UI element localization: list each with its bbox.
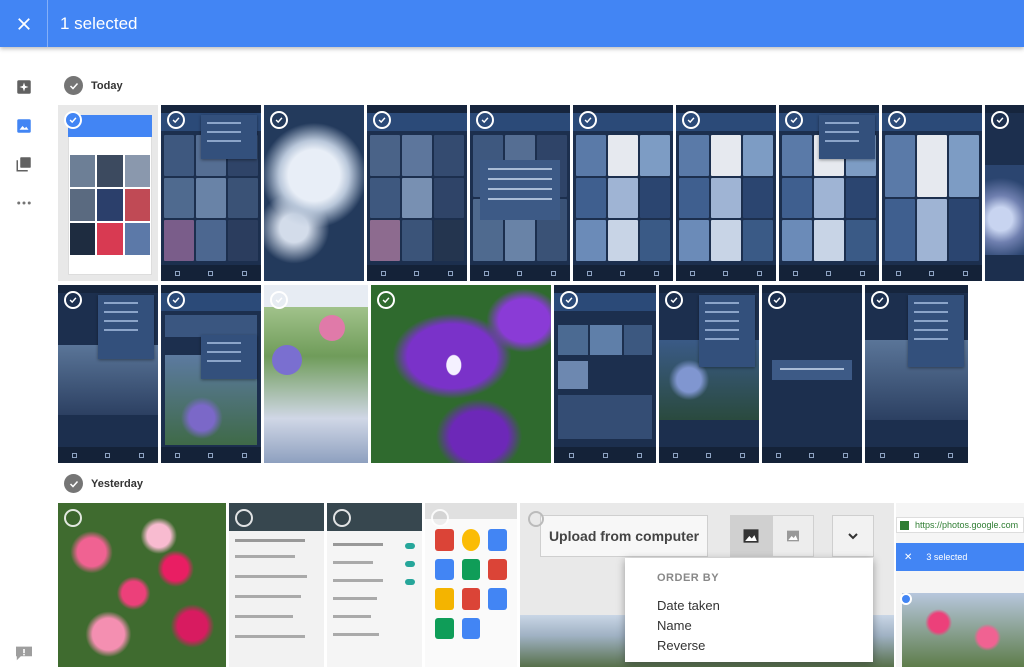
section-date-label: Yesterday bbox=[91, 477, 143, 490]
photo-thumbnail[interactable] bbox=[865, 285, 968, 463]
browser-photo bbox=[902, 593, 1024, 667]
photo-thumbnail[interactable] bbox=[229, 503, 324, 667]
assistant-icon[interactable] bbox=[14, 77, 34, 97]
browser-selection-count: 3 selected bbox=[926, 552, 968, 562]
check-icon[interactable] bbox=[768, 291, 786, 309]
photo-thumbnail[interactable] bbox=[264, 105, 364, 281]
check-icon[interactable] bbox=[665, 291, 683, 309]
check-icon[interactable] bbox=[377, 291, 395, 309]
lock-icon bbox=[900, 521, 909, 530]
photo-thumbnail[interactable] bbox=[264, 285, 368, 463]
order-by-header: ORDER BY bbox=[657, 572, 720, 584]
check-icon[interactable] bbox=[871, 291, 889, 309]
check-icon[interactable] bbox=[167, 291, 185, 309]
photo-thumbnail[interactable] bbox=[676, 105, 776, 281]
photo-thumbnail[interactable] bbox=[882, 105, 982, 281]
section-select-checkbox[interactable] bbox=[64, 474, 83, 493]
section-yesterday: Yesterday bbox=[64, 474, 143, 493]
albums-icon[interactable] bbox=[14, 154, 34, 174]
image-alt-view-icon[interactable] bbox=[772, 515, 814, 557]
photo-thumbnail[interactable]: https://photos.google.com ✕ 3 selected bbox=[896, 503, 1024, 667]
order-option-date-taken[interactable]: Date taken bbox=[657, 598, 720, 613]
order-by-menu: ORDER BY Date taken Name Reverse bbox=[625, 558, 873, 662]
unselected-circle-icon[interactable] bbox=[333, 509, 351, 527]
check-icon[interactable] bbox=[560, 291, 578, 309]
photo-thumbnail[interactable] bbox=[659, 285, 759, 463]
photo-thumbnail[interactable] bbox=[762, 285, 862, 463]
url-text: https://photos.google.com bbox=[915, 520, 1019, 530]
upload-from-computer-button[interactable]: Upload from computer bbox=[540, 515, 708, 557]
more-icon[interactable] bbox=[14, 193, 34, 213]
selection-toolbar: 1 selected bbox=[0, 0, 1024, 47]
check-icon[interactable] bbox=[785, 111, 803, 129]
photo-thumbnail[interactable] bbox=[367, 105, 467, 281]
photo-thumbnail[interactable] bbox=[371, 285, 551, 463]
photo-thumbnail[interactable] bbox=[779, 105, 879, 281]
photo-thumbnail[interactable] bbox=[985, 105, 1024, 281]
check-icon[interactable] bbox=[991, 111, 1009, 129]
photo-thumbnail[interactable] bbox=[161, 285, 261, 463]
photo-thumbnail[interactable] bbox=[161, 105, 261, 281]
check-icon[interactable] bbox=[270, 291, 288, 309]
section-date-label: Today bbox=[91, 79, 123, 92]
check-icon[interactable] bbox=[476, 111, 494, 129]
left-rail bbox=[0, 47, 48, 667]
browser-selection-bar: ✕ 3 selected bbox=[896, 543, 1024, 571]
photos-icon[interactable] bbox=[14, 116, 34, 136]
section-today: Today bbox=[64, 76, 123, 95]
selection-count: 1 selected bbox=[60, 13, 138, 33]
photo-thumbnail[interactable] bbox=[58, 105, 158, 281]
photo-thumbnail[interactable] bbox=[573, 105, 673, 281]
check-icon[interactable] bbox=[270, 111, 288, 129]
check-icon[interactable] bbox=[373, 111, 391, 129]
toolbar-divider bbox=[47, 0, 48, 47]
section-select-checkbox[interactable] bbox=[64, 76, 83, 95]
photo-thumbnail[interactable] bbox=[554, 285, 656, 463]
photo-thumbnail[interactable] bbox=[470, 105, 570, 281]
order-option-reverse[interactable]: Reverse bbox=[657, 638, 705, 653]
order-option-name[interactable]: Name bbox=[657, 618, 692, 633]
unselected-circle-icon[interactable] bbox=[64, 509, 82, 527]
check-icon[interactable] bbox=[579, 111, 597, 129]
close-icon: ✕ bbox=[904, 551, 913, 563]
unselected-circle-icon[interactable] bbox=[235, 509, 253, 527]
url-bar: https://photos.google.com bbox=[896, 517, 1024, 533]
close-icon[interactable] bbox=[0, 0, 47, 47]
selected-check-icon bbox=[900, 593, 912, 605]
selected-check-icon[interactable] bbox=[64, 111, 82, 129]
check-icon[interactable] bbox=[167, 111, 185, 129]
photo-thumbnail[interactable] bbox=[58, 285, 158, 463]
unselected-circle-icon[interactable] bbox=[528, 511, 544, 527]
check-icon[interactable] bbox=[64, 291, 82, 309]
photo-thumbnail[interactable] bbox=[327, 503, 422, 667]
check-icon[interactable] bbox=[682, 111, 700, 129]
photo-thumbnail[interactable] bbox=[425, 503, 517, 667]
check-icon[interactable] bbox=[888, 111, 906, 129]
photo-thumbnail[interactable]: Upload from computer ORDER BY Date taken… bbox=[520, 503, 894, 667]
feedback-icon[interactable] bbox=[14, 645, 34, 661]
chevron-down-icon[interactable] bbox=[832, 515, 874, 557]
photo-thumbnail[interactable] bbox=[58, 503, 226, 667]
unselected-circle-icon[interactable] bbox=[431, 509, 449, 527]
image-view-icon[interactable] bbox=[730, 515, 772, 557]
